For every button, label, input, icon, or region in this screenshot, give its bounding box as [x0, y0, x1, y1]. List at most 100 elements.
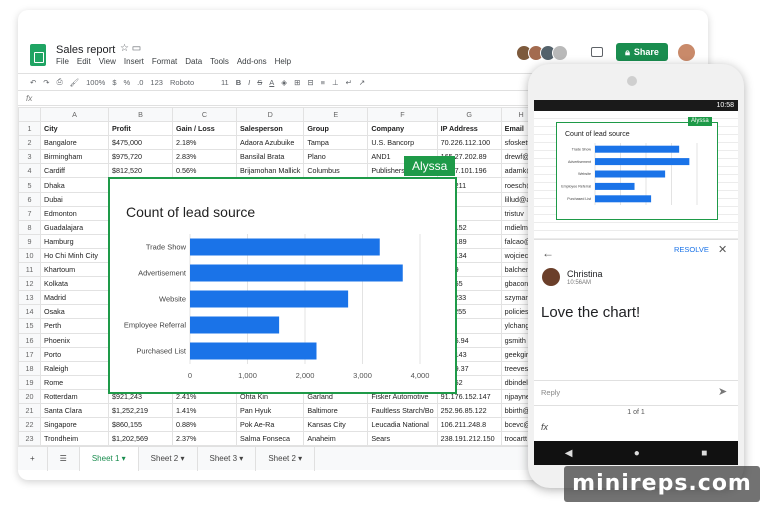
font-select[interactable]: Roboto [170, 78, 214, 87]
menu-item-help[interactable]: Help [275, 57, 291, 66]
cell[interactable]: Hamburg [40, 233, 109, 249]
menu-item-data[interactable]: Data [185, 57, 202, 66]
cell[interactable]: $1,252,219 [108, 402, 173, 419]
strikethrough-button[interactable]: S [257, 78, 262, 87]
cell[interactable]: Rotterdam [40, 388, 109, 404]
bold-button[interactable]: B [236, 78, 241, 87]
row-number[interactable]: 23 [18, 431, 41, 447]
row-number[interactable]: 1 [18, 121, 41, 137]
resolve-button[interactable]: RESOLVE [674, 245, 709, 254]
cell[interactable]: 1.41% [172, 402, 237, 419]
fx-icon[interactable]: fx [541, 422, 548, 432]
cell[interactable]: Cardiff [40, 163, 109, 179]
format-select[interactable]: 123 [150, 78, 163, 87]
row-number[interactable]: 21 [18, 402, 41, 419]
menu-item-add-ons[interactable]: Add-ons [237, 57, 267, 66]
row-number[interactable]: 5 [18, 177, 41, 193]
cell[interactable]: Company [367, 121, 438, 137]
cell[interactable]: Trondheim [40, 431, 109, 447]
comments-icon[interactable] [591, 47, 603, 57]
cell[interactable]: Plano [303, 149, 369, 165]
send-icon[interactable]: ➤ [718, 385, 727, 398]
row-number[interactable]: 12 [18, 276, 41, 292]
zoom-select[interactable]: 100% [86, 78, 105, 87]
cell[interactable]: 2.18% [172, 135, 237, 151]
column-header[interactable]: B [108, 106, 173, 123]
paint-format-icon[interactable]: 🖌︎ [70, 78, 80, 87]
cell[interactable]: Anaheim [303, 431, 369, 447]
cell[interactable]: Tampa [303, 135, 369, 151]
avatar[interactable] [552, 45, 568, 61]
cell[interactable]: Porto [40, 346, 109, 362]
nav-home-icon[interactable]: ● [634, 448, 640, 459]
font-size-select[interactable]: 11 [221, 78, 229, 87]
row-number[interactable]: 22 [18, 417, 41, 433]
cell[interactable]: 252.96.85.122 [436, 402, 502, 419]
close-icon[interactable]: ✕ [718, 243, 727, 256]
row-number[interactable]: 14 [18, 304, 41, 320]
currency-button[interactable]: $ [112, 78, 116, 87]
cell[interactable]: 2.83% [172, 149, 237, 165]
cell[interactable]: 238.191.212.150 [436, 431, 502, 447]
row-number[interactable]: 19 [18, 374, 41, 390]
cell[interactable]: Baltimore [303, 402, 369, 419]
nav-recents-icon[interactable]: ■ [701, 448, 707, 459]
account-avatar[interactable] [678, 44, 695, 61]
cell[interactable]: Birmingham [40, 149, 109, 165]
column-header[interactable]: C [172, 106, 237, 123]
cell[interactable]: Leucadia National [367, 417, 438, 433]
cell[interactable]: Singapore [40, 417, 109, 433]
cell[interactable]: IP Address [436, 121, 502, 137]
cell[interactable]: City [40, 121, 109, 137]
cell[interactable]: Bangalore [40, 135, 109, 151]
cell[interactable]: Bansilal Brata [235, 149, 305, 165]
tab-sheet-3[interactable]: Sheet 3 ▾ [198, 446, 257, 471]
cell[interactable]: 0.88% [172, 417, 237, 433]
cell[interactable]: $975,720 [108, 149, 173, 165]
row-number[interactable]: 20 [18, 388, 41, 404]
row-number[interactable]: 6 [18, 191, 41, 207]
mini-chart[interactable]: Count of lead source Trade Show Advertisem… [556, 122, 718, 220]
menu-item-file[interactable]: File [56, 57, 69, 66]
cell[interactable]: Group [303, 121, 369, 137]
all-sheets-icon[interactable]: ☰ [48, 446, 80, 471]
cell[interactable]: Columbus [303, 163, 369, 179]
cell[interactable]: Perth [40, 318, 109, 334]
menu-item-view[interactable]: View [99, 57, 116, 66]
tab-sheet-2[interactable]: Sheet 2 ▾ [139, 446, 198, 471]
cell[interactable]: $1,202,569 [108, 431, 173, 447]
row-number[interactable]: 8 [18, 219, 41, 235]
cell[interactable]: Profit [108, 121, 173, 137]
column-header[interactable]: E [303, 106, 369, 123]
cell[interactable]: Santa Clara [40, 402, 109, 419]
cell[interactable]: Madrid [40, 290, 109, 306]
merge-icon[interactable]: ⊟ [307, 78, 313, 87]
cell[interactable]: 0.56% [172, 163, 237, 179]
cell[interactable]: Kolkata [40, 276, 109, 292]
embedded-chart[interactable]: Count of lead source 0 1,000 2,000 3,000 4,00… [108, 177, 457, 394]
sheets-logo-icon[interactable] [30, 44, 46, 66]
collaborator-avatars[interactable] [516, 45, 568, 61]
cell[interactable]: Dhaka [40, 177, 109, 193]
print-icon[interactable]: ⎙ [57, 77, 63, 87]
row-number[interactable]: 9 [18, 233, 41, 249]
reply-input[interactable]: Reply [541, 388, 560, 397]
cell[interactable]: Dubai [40, 191, 109, 207]
cell[interactable]: Kansas City [303, 417, 369, 433]
row-number[interactable]: 17 [18, 346, 41, 362]
column-header[interactable]: G [436, 106, 502, 123]
cell[interactable]: $475,000 [108, 135, 173, 151]
cell[interactable]: U.S. Bancorp [367, 135, 438, 151]
fill-color-icon[interactable]: ◈ [281, 78, 287, 87]
cell[interactable]: 2.37% [172, 431, 237, 447]
column-header[interactable]: F [367, 106, 438, 123]
menu-item-tools[interactable]: Tools [210, 57, 229, 66]
cell[interactable]: 70.226.112.100 [436, 135, 502, 151]
cell[interactable]: Phoenix [40, 332, 109, 348]
borders-icon[interactable]: ⊞ [294, 78, 300, 87]
row-number[interactable]: 15 [18, 318, 41, 334]
valign-icon[interactable]: ⊥ [332, 78, 339, 87]
cell[interactable]: Brijamohan Mallick [235, 163, 305, 179]
cell[interactable]: Pok Ae-Ra [235, 417, 305, 433]
redo-icon[interactable]: ↷ [43, 78, 49, 87]
